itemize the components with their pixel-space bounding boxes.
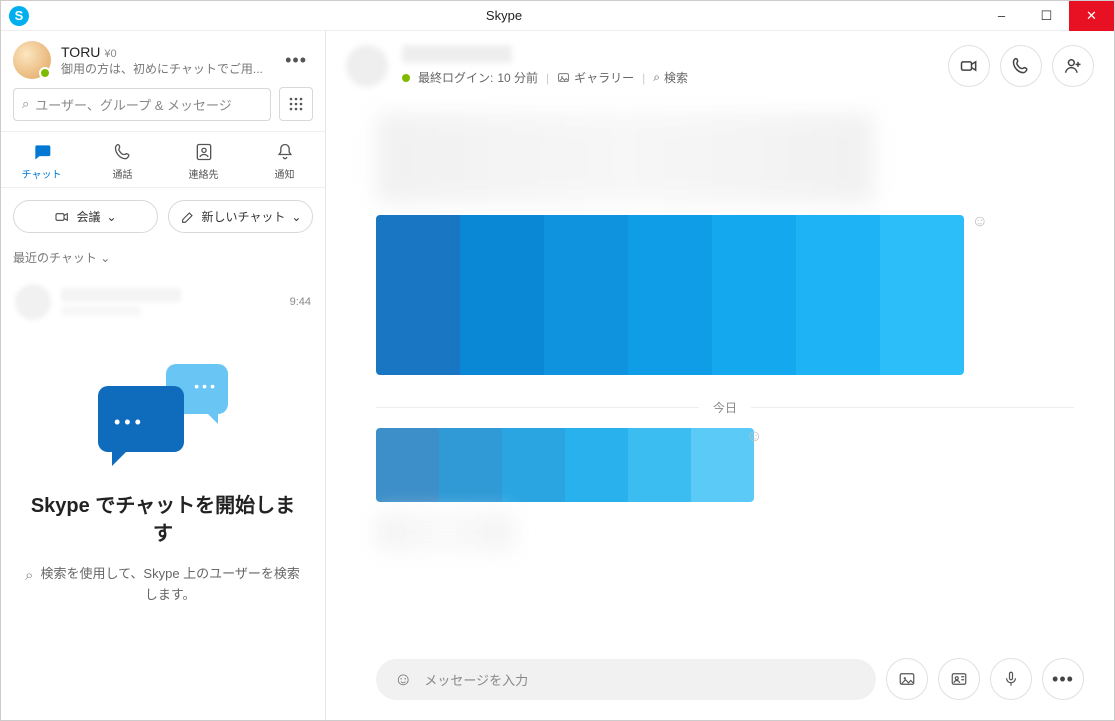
conversation-avatar[interactable] xyxy=(346,45,388,87)
gallery-link[interactable]: ギャラリー xyxy=(557,69,634,86)
compose-icon xyxy=(180,209,196,225)
empty-title: Skype でチャットを開始します xyxy=(25,492,301,548)
search-icon: ⌕ xyxy=(25,564,33,588)
add-media-button[interactable] xyxy=(886,658,928,700)
new-chat-label: 新しいチャット xyxy=(202,208,286,225)
presence-available-icon xyxy=(402,74,410,82)
add-participant-button[interactable] xyxy=(1052,45,1094,87)
contacts-icon xyxy=(194,142,214,162)
contact-name-redacted xyxy=(61,288,181,302)
profile-avatar[interactable] xyxy=(13,41,51,79)
tab-chat-label: チャット xyxy=(22,166,62,181)
contact-avatar xyxy=(15,284,51,320)
tab-calls-label: 通話 xyxy=(113,166,133,181)
empty-hint-text: 検索を使用して、Skype 上のユーザーを検索します。 xyxy=(39,564,301,606)
gallery-icon xyxy=(557,71,570,84)
tab-chat[interactable]: チャット xyxy=(1,132,82,187)
contact-card-button[interactable] xyxy=(938,658,980,700)
last-login: 最終ログイン: 10 分前 xyxy=(418,69,538,86)
presence-available-icon xyxy=(39,67,51,79)
chevron-down-icon: ⌄ xyxy=(106,210,116,224)
window-maximize-button[interactable]: ☐ xyxy=(1024,1,1069,31)
composer-more-button[interactable]: ••• xyxy=(1042,658,1084,700)
meeting-label: 会議 xyxy=(76,208,100,225)
dialpad-button[interactable] xyxy=(279,87,313,121)
message-input[interactable]: ☺ メッセージを入力 xyxy=(376,659,876,700)
message-redacted xyxy=(376,215,964,375)
contact-preview-redacted xyxy=(61,306,141,316)
composer: ☺ メッセージを入力 ••• xyxy=(326,644,1114,720)
meeting-button[interactable]: 会議 ⌄ xyxy=(13,200,158,233)
tab-notifications[interactable]: 通知 xyxy=(244,132,325,187)
window-minimize-button[interactable]: – xyxy=(979,1,1024,31)
audio-call-button[interactable] xyxy=(1000,45,1042,87)
tab-notifications-label: 通知 xyxy=(275,166,295,181)
chat-icon xyxy=(32,142,52,162)
skype-credit: ¥0 xyxy=(104,48,116,60)
conversation-pane: 最終ログイン: 10 分前 | ギャラリー | ⌕ 検索 xyxy=(326,31,1114,720)
search-icon: ⌕ xyxy=(653,70,660,85)
tab-contacts-label: 連絡先 xyxy=(189,166,219,181)
message-placeholder: メッセージを入力 xyxy=(424,670,528,689)
emoji-button[interactable]: ☺ xyxy=(394,669,412,690)
chat-illustration-icon: ••• ••• xyxy=(98,364,228,474)
chat-item-time: 9:44 xyxy=(290,296,311,308)
search-input[interactable]: ⌕ ユーザー、グループ & メッセージ xyxy=(13,88,271,121)
react-button[interactable]: ☺ xyxy=(746,428,762,446)
nav-tabs: チャット 通話 連絡先 通知 xyxy=(1,131,325,188)
bell-icon xyxy=(275,142,295,162)
empty-chat-list: ••• ••• Skype でチャットを開始します ⌕ 検索を使用して、Skyp… xyxy=(1,330,325,720)
message-redacted xyxy=(376,428,754,502)
day-divider: 今日 xyxy=(376,399,1074,416)
profile-status-text: 御用の方は、初めにチャットでご用... xyxy=(61,60,263,77)
conversation-header: 最終ログイン: 10 分前 | ギャラリー | ⌕ 検索 xyxy=(326,31,1114,95)
search-placeholder: ユーザー、グループ & メッセージ xyxy=(35,95,231,114)
react-button[interactable]: ☺ xyxy=(972,213,988,231)
tab-calls[interactable]: 通話 xyxy=(82,132,163,187)
video-call-button[interactable] xyxy=(948,45,990,87)
chat-list-item[interactable]: 9:44 xyxy=(1,274,325,330)
day-divider-label: 今日 xyxy=(713,399,737,416)
message-list[interactable]: ☺ 今日 ☺ xyxy=(326,95,1114,644)
window-close-button[interactable]: ✕ xyxy=(1069,1,1114,31)
chevron-down-icon: ⌄ xyxy=(291,210,301,224)
new-chat-button[interactable]: 新しいチャット ⌄ xyxy=(168,200,313,233)
tab-contacts[interactable]: 連絡先 xyxy=(163,132,244,187)
message-redacted xyxy=(376,512,514,552)
skype-logo-icon: S xyxy=(9,6,29,26)
chevron-down-icon: ⌄ xyxy=(100,251,110,265)
video-icon xyxy=(54,209,70,225)
profile-name: TORU xyxy=(61,44,100,60)
message-redacted xyxy=(376,113,874,203)
profile-row[interactable]: TORU ¥0 御用の方は、初めにチャットでご用... ••• xyxy=(1,31,325,87)
phone-icon xyxy=(113,142,133,162)
sidebar: TORU ¥0 御用の方は、初めにチャットでご用... ••• ⌕ ユーザー、グル… xyxy=(1,31,326,720)
voice-message-button[interactable] xyxy=(990,658,1032,700)
in-chat-search-link[interactable]: ⌕ 検索 xyxy=(653,69,688,86)
conversation-name-redacted xyxy=(402,45,512,63)
recent-chats-header[interactable]: 最近のチャット ⌄ xyxy=(1,245,325,274)
search-icon: ⌕ xyxy=(22,96,29,112)
profile-more-button[interactable]: ••• xyxy=(279,46,313,75)
titlebar: S Skype – ☐ ✕ xyxy=(1,1,1114,31)
window-title: Skype xyxy=(29,8,979,23)
